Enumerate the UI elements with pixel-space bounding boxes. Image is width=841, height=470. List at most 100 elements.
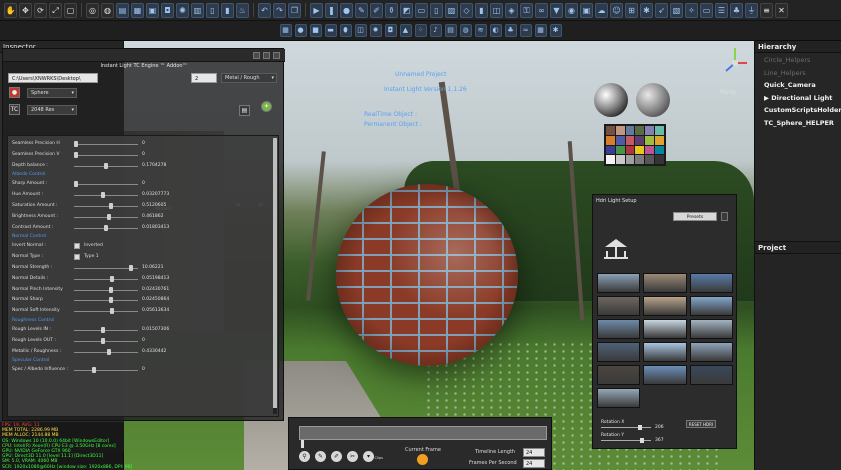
bottle-icon[interactable]: ⚱ xyxy=(385,2,398,18)
pin-icon[interactable]: ⚲ xyxy=(299,451,310,462)
shield-icon[interactable]: ◈ xyxy=(505,2,518,18)
play-button[interactable] xyxy=(417,454,428,465)
scrollbar[interactable] xyxy=(273,138,277,414)
cylinder-icon[interactable]: ◫ xyxy=(354,24,367,37)
rotate-tool-icon[interactable]: ⟳ xyxy=(34,2,47,18)
slider-knob[interactable] xyxy=(108,286,113,293)
slider-knob[interactable] xyxy=(92,367,96,374)
number-field[interactable]: 2 xyxy=(191,73,217,83)
step-icon[interactable]: ❚ xyxy=(325,2,338,18)
persp-label[interactable]: Persp xyxy=(720,89,737,96)
reflection-icon[interactable]: ◐ xyxy=(489,24,502,37)
slider-knob[interactable] xyxy=(110,275,114,282)
probe-icon[interactable]: ◍ xyxy=(459,24,472,37)
export-icon[interactable]: ▤ xyxy=(239,105,250,116)
record-icon[interactable]: ● xyxy=(340,2,353,18)
chart-icon[interactable]: ▨ xyxy=(445,2,458,18)
hierarchy-item[interactable]: Line_Helpers xyxy=(764,69,806,77)
copy-icon[interactable]: ❐ xyxy=(288,2,301,18)
grid-icon[interactable]: ▦ xyxy=(131,2,144,18)
slider-knob[interactable] xyxy=(104,162,108,169)
move-tool-icon[interactable]: ✥ xyxy=(19,2,32,18)
slider-knob[interactable] xyxy=(108,297,113,304)
pivot-icon[interactable]: ◎ xyxy=(86,2,99,18)
flame-icon[interactable]: ♨ xyxy=(236,2,249,18)
bucket-icon[interactable]: ◩ xyxy=(400,2,413,18)
close-icon[interactable]: ✕ xyxy=(775,2,788,18)
slider-knob[interactable] xyxy=(104,224,108,231)
toggle-checkbox[interactable] xyxy=(74,243,80,250)
cube-icon[interactable]: ■ xyxy=(309,24,322,37)
toggle-checkbox[interactable] xyxy=(74,254,80,261)
slider-knob[interactable] xyxy=(101,327,105,333)
map-icon[interactable]: ▧ xyxy=(670,2,683,18)
slider-knob[interactable] xyxy=(74,181,78,188)
section-header-normal[interactable]: Normal Control xyxy=(12,234,46,239)
addon-window-header[interactable] xyxy=(3,49,285,62)
monitor-icon[interactable]: ▭ xyxy=(700,2,713,18)
tree-icon[interactable]: ♣ xyxy=(730,2,743,18)
wrench-icon[interactable]: ✂ xyxy=(347,451,358,462)
slider-track[interactable] xyxy=(74,330,138,331)
hdri-thumbnail[interactable] xyxy=(643,365,687,385)
hand-tool-icon[interactable]: ✋ xyxy=(4,2,17,18)
hdri-thumbnail[interactable] xyxy=(597,319,641,339)
fps-field[interactable]: 24 xyxy=(523,459,545,468)
light-bulb-icon[interactable]: ✹ xyxy=(369,24,382,37)
slider-track[interactable] xyxy=(74,278,138,280)
globe-icon[interactable]: ◍ xyxy=(101,2,114,18)
settings-icon[interactable]: ✱ xyxy=(549,24,562,37)
key-icon[interactable]: ⚿ xyxy=(520,2,533,18)
list-icon[interactable]: ☰ xyxy=(715,2,728,18)
hdri-thumbnail[interactable] xyxy=(597,296,641,316)
audio-icon[interactable]: ♪ xyxy=(429,24,442,37)
slider-knob[interactable] xyxy=(129,265,134,271)
frame-icon[interactable]: ▦ xyxy=(279,24,292,37)
grid-icon[interactable]: ▦ xyxy=(534,24,547,37)
section-header-roughness[interactable]: Roughness Control xyxy=(12,318,54,323)
clipboard-icon[interactable]: ▮ xyxy=(475,2,488,18)
hdri-thumbnail[interactable] xyxy=(597,273,641,293)
link-icon[interactable]: ∞ xyxy=(535,2,548,18)
cylinder-icon[interactable]: ◫ xyxy=(490,2,503,18)
plane-icon[interactable]: ▬ xyxy=(324,24,337,37)
slider-track[interactable] xyxy=(74,300,138,302)
rocket-icon[interactable]: ➶ xyxy=(655,2,668,18)
slider-knob[interactable] xyxy=(101,337,105,344)
reset-hdri-button[interactable]: RESET HDRI xyxy=(686,420,716,428)
brush-icon[interactable]: ✐ xyxy=(370,2,383,18)
hdri-thumbnail[interactable] xyxy=(597,342,641,362)
hierarchy-item[interactable]: Quick_Camera xyxy=(764,81,816,89)
hdri-thumbnail[interactable] xyxy=(643,342,687,362)
slider-knob[interactable] xyxy=(74,151,78,158)
material-mode-dropdown[interactable]: Metal / Rough xyxy=(221,73,277,83)
eye-icon[interactable]: ◉ xyxy=(565,2,578,18)
slider-knob[interactable] xyxy=(110,308,114,315)
slider-track[interactable] xyxy=(74,216,138,218)
hdri-thumbnail[interactable] xyxy=(689,365,733,385)
terrain-icon[interactable]: ▲ xyxy=(399,24,412,37)
user-icon[interactable]: ☺ xyxy=(610,2,623,18)
hdri-thumbnail[interactable] xyxy=(597,365,641,385)
play-icon[interactable]: ▶ xyxy=(310,2,323,18)
tree-icon[interactable]: ♣ xyxy=(504,24,517,37)
presets-close-icon[interactable] xyxy=(721,212,728,221)
slider-knob[interactable] xyxy=(107,213,111,220)
slider-track[interactable] xyxy=(74,370,138,372)
lock-icon[interactable]: ▣ xyxy=(580,2,593,18)
hdri-thumbnail[interactable] xyxy=(597,388,641,408)
paint-icon[interactable]: ✎ xyxy=(355,2,368,18)
slider-track[interactable] xyxy=(74,184,138,186)
section-header-albedo[interactable]: Albedo Control xyxy=(12,172,45,177)
hierarchy-item[interactable]: TC_Sphere_HELPER xyxy=(764,119,834,127)
timeline-length-field[interactable]: 24 xyxy=(523,448,545,457)
paint-icon[interactable]: ✐ xyxy=(331,451,342,462)
rotation-x-slider[interactable] xyxy=(601,425,651,430)
axis-gizmo[interactable] xyxy=(720,45,750,85)
cog-icon[interactable]: ✱ xyxy=(640,2,653,18)
brick-sphere[interactable] xyxy=(336,184,518,366)
sphere-icon[interactable]: ● xyxy=(294,24,307,37)
wind-icon[interactable]: ≋ xyxy=(474,24,487,37)
slider-track[interactable] xyxy=(74,311,138,313)
slider-knob[interactable] xyxy=(108,203,113,209)
